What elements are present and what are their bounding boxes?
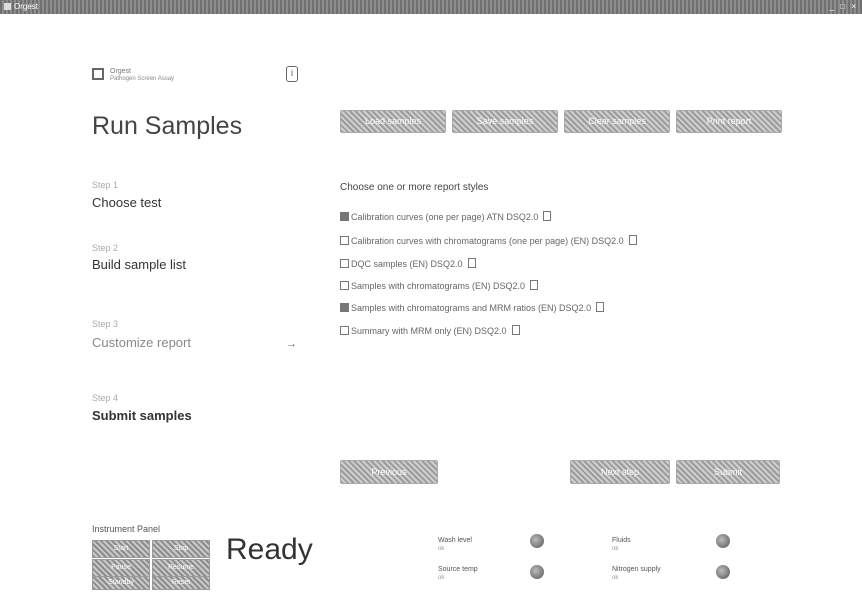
source-temp-status: ok [438,575,445,581]
report-style-option[interactable]: DQC samples (EN) DSQ2.0 [340,258,476,269]
report-style-option[interactable]: Summary with MRM only (EN) DSQ2.0 [340,325,520,336]
submit-button[interactable]: Submit [676,460,780,484]
document-icon[interactable] [596,302,605,312]
window-controls[interactable]: _ □ × [830,0,858,14]
checkbox[interactable] [340,259,349,268]
report-style-label: Calibration curves with chromatograms (o… [351,236,624,246]
instrument-standby-button[interactable]: Standby [92,576,150,590]
checkbox[interactable] [340,281,349,290]
previous-button[interactable]: Previous [340,460,438,484]
current-step-arrow-icon: → [286,338,297,350]
nitrogen-supply-status: ok [612,575,619,581]
checkbox[interactable] [340,212,349,221]
step-2-name[interactable]: Build sample list [92,256,192,273]
info-icon[interactable]: i [286,66,298,82]
clear-samples-button[interactable]: Clear samples [564,110,670,133]
brand-name: Orgest [110,68,132,75]
instrument-stop-button[interactable]: Stop [152,540,210,558]
source-temp-indicator-icon [530,565,544,579]
instrument-pause-button[interactable]: Pause [92,559,150,577]
step-1-name[interactable]: Choose test [92,194,161,211]
nitrogen-supply-indicator-icon [716,565,730,579]
report-style-option[interactable]: Calibration curves (one per page) ATN DS… [340,211,552,222]
fluids-label: Fluids [612,537,631,544]
step-3-name[interactable]: Customize report [92,334,192,351]
report-style-option[interactable]: Samples with chromatograms (EN) DSQ2.0 [340,280,539,291]
print-report-button[interactable]: Print report [676,110,782,133]
brand-logo-icon [92,68,104,80]
app-icon [4,3,11,10]
report-style-label: Samples with chromatograms (EN) DSQ2.0 [351,281,526,291]
step-4-name[interactable]: Submit samples [92,407,192,424]
report-style-label: Samples with chromatograms and MRM ratio… [351,303,592,313]
instrument-panel-title: Instrument Panel [92,524,161,534]
load-samples-button[interactable]: Load samples [340,110,446,133]
fluids-indicator-icon [716,534,730,548]
instrument-start-button[interactable]: Start [92,540,150,558]
instrument-status: Ready [226,533,313,566]
page-title: Run Samples [92,112,243,140]
checkbox[interactable] [340,236,349,245]
wash-level-label: Wash level [438,537,472,544]
window-titlebar: Orgest _ □ × [0,0,862,14]
wash-level-indicator-icon [530,534,544,548]
document-icon[interactable] [467,258,476,268]
nitrogen-supply-label: Nitrogen supply [612,566,661,573]
brand-subtitle: Pathogen Screen Assay [110,76,175,82]
source-temp-label: Source temp [438,566,478,573]
step-3-label: Step 3 [92,319,119,329]
report-style-label: DQC samples (EN) DSQ2.0 [351,259,463,269]
step-1-label: Step 1 [92,180,119,190]
instrument-resume-button[interactable]: Resume [152,559,210,577]
window-title: Orgest [14,2,39,11]
next-step-button[interactable]: Next step [570,460,670,484]
step-2-label: Step 2 [92,243,119,253]
document-icon[interactable] [511,325,520,335]
report-style-label: Calibration curves (one per page) ATN DS… [351,212,539,222]
step-4-label: Step 4 [92,393,119,403]
checkbox[interactable] [340,303,349,312]
save-samples-button[interactable]: Save samples [452,110,558,133]
report-style-label: Summary with MRM only (EN) DSQ2.0 [351,326,507,336]
checkbox[interactable] [340,326,349,335]
report-style-option[interactable]: Samples with chromatograms and MRM ratio… [340,302,605,313]
report-style-option[interactable]: Calibration curves with chromatograms (o… [340,235,637,246]
fluids-status: ok [612,546,619,552]
instrument-reset-button[interactable]: Reset [152,576,210,590]
document-icon[interactable] [530,280,539,290]
wash-level-status: ok [438,546,445,552]
report-styles-prompt: Choose one or more report styles [340,182,489,193]
document-icon[interactable] [543,211,552,221]
document-icon[interactable] [628,235,637,245]
